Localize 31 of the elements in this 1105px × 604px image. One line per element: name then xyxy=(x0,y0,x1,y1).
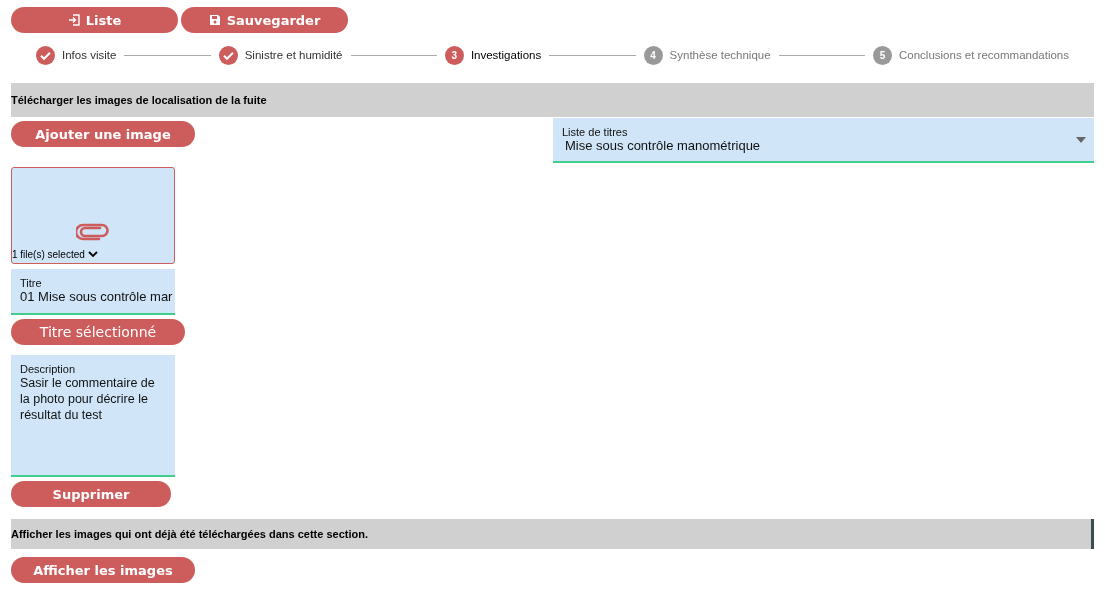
text-area[interactable]: Sasir le commentaire de la photo pour décrire le résultat du test xyxy=(20,375,158,457)
step-item[interactable]: Sinistre et humidité xyxy=(218,45,343,65)
chevron-down-icon xyxy=(87,251,98,258)
save-button[interactable]: Sauvegarder xyxy=(181,7,348,33)
step-item[interactable]: Infos visite xyxy=(36,45,117,65)
field-label: Titre xyxy=(20,277,43,289)
step-item[interactable]: 3 Investigations xyxy=(444,45,542,65)
field-label: Liste de titres xyxy=(562,126,629,138)
title-field[interactable]: Titre 01 Mise sous contrôle mar xyxy=(11,269,175,315)
text-input[interactable]: 01 Mise sous contrôle mar xyxy=(20,289,175,304)
show-images-button[interactable]: Afficher les images xyxy=(11,557,195,583)
dropdown-value: Mise sous contrôle manométrique xyxy=(565,138,761,153)
section-header: Afficher les images qui ont déjà été téléchargées dans cette section. xyxy=(11,519,1094,549)
file-picker[interactable]: 1 file(s) selected xyxy=(11,167,175,264)
list-button[interactable]: Liste xyxy=(11,7,178,33)
title-dropdown[interactable]: Liste de titres Mise sous contrôle manométrique xyxy=(553,118,1094,163)
step-number: 3 xyxy=(444,45,464,65)
step-item[interactable]: 5 Conclusions et recommandations xyxy=(873,45,1069,65)
step-number: 4 xyxy=(643,45,663,65)
paperclip-icon xyxy=(76,223,110,241)
delete-button[interactable]: Supprimer xyxy=(11,481,171,507)
step-item[interactable]: 4 Synthèse technique xyxy=(643,45,771,65)
add-image-button[interactable]: Ajouter une image xyxy=(11,121,195,147)
dropdown-arrow-icon xyxy=(1076,136,1086,143)
select-title-button[interactable]: Titre sélectionné xyxy=(11,319,185,345)
description-field[interactable]: Description Sasir le commentaire de la photo pour décrire le résultat du test xyxy=(11,355,175,477)
login-icon xyxy=(67,14,80,26)
section-header: Télécharger les images de localisation de la fuite xyxy=(11,83,1094,117)
field-label: Description xyxy=(20,363,77,375)
step-number: 5 xyxy=(873,45,892,65)
file-status-text: 1 file(s) selected xyxy=(12,249,85,260)
